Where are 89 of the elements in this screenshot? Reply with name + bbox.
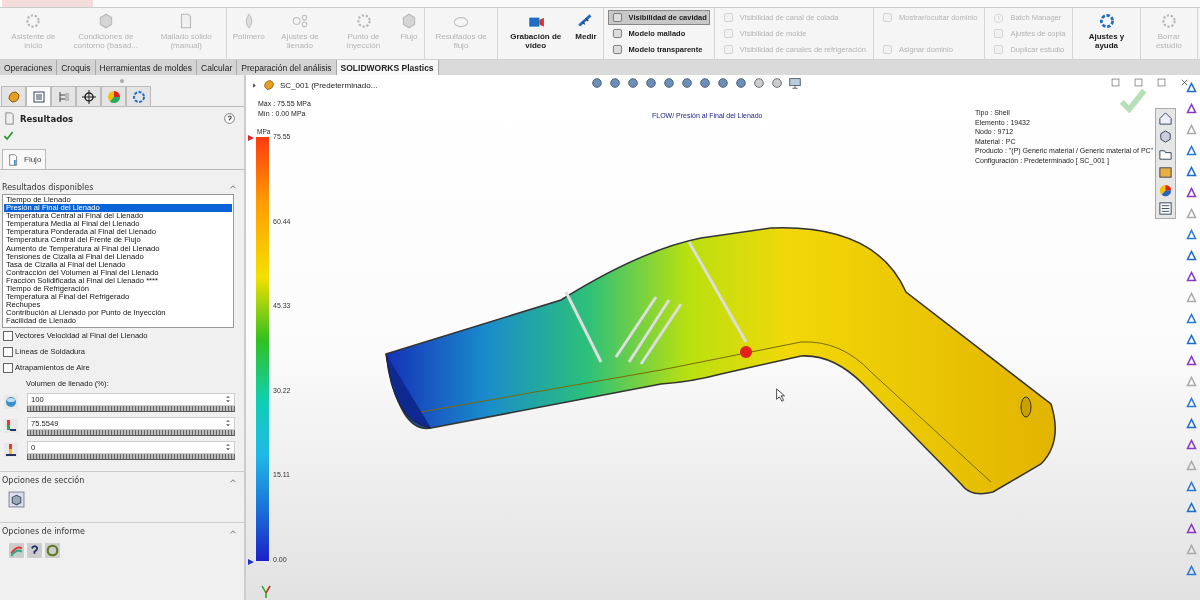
fill-volume-icon: [3, 394, 19, 410]
spinner-icon: [223, 417, 233, 429]
mouse-cursor-icon: [774, 387, 788, 403]
checkbox[interactable]: [3, 346, 13, 357]
tool-icon[interactable]: [1185, 249, 1198, 262]
tool-icon[interactable]: [1185, 312, 1198, 325]
slider-track[interactable]: [27, 429, 235, 436]
command-tab[interactable]: Operaciones: [0, 60, 58, 75]
gear-icon: [354, 12, 373, 30]
section-title: Opciones de informe: [2, 527, 85, 536]
spinner-icon: [223, 441, 233, 453]
command-tab[interactable]: Herramientas de moldes: [95, 60, 198, 75]
tool-icon[interactable]: [1185, 165, 1198, 178]
tool-icon[interactable]: [1185, 228, 1198, 241]
list-icon[interactable]: [1158, 201, 1173, 216]
gear-icon: [24, 12, 43, 30]
command-tab[interactable]: SOLIDWORKS Plastics: [336, 60, 439, 75]
tool-icon[interactable]: [1185, 354, 1198, 367]
box-icon: [721, 27, 735, 40]
spinner-icon: [223, 393, 233, 405]
monitor-icon[interactable]: [788, 76, 802, 90]
box-icon: [721, 11, 735, 24]
color-wheel-icon: [105, 88, 122, 105]
ribbon-button[interactable]: Grabación de vídeo: [501, 10, 571, 57]
panel-tab[interactable]: [76, 86, 101, 106]
box-icon: [992, 27, 1006, 40]
box-icon: [610, 43, 624, 56]
image-icon[interactable]: [1158, 165, 1173, 180]
clock-icon: [992, 11, 1006, 24]
splitter-handle[interactable]: [120, 79, 124, 83]
tool-icon[interactable]: [1185, 417, 1198, 430]
crosshair-icon: [80, 88, 97, 105]
color-wheel-icon[interactable]: [1158, 183, 1173, 198]
axis-triad-icon: [258, 583, 274, 599]
help-icon[interactable]: [223, 112, 236, 125]
tool-icon[interactable]: [1185, 522, 1198, 535]
feature-icon: [5, 88, 22, 105]
command-tab[interactable]: Calcular: [197, 60, 238, 75]
box-icon: [610, 11, 624, 24]
tool-icon[interactable]: [1185, 480, 1198, 493]
close-icon[interactable]: [1179, 77, 1190, 88]
part-icon: [262, 78, 276, 92]
tool-icon[interactable]: [1185, 102, 1198, 115]
section-title: Resultados disponibles: [2, 182, 94, 192]
expand-icon[interactable]: [251, 81, 258, 89]
section-cube-icon[interactable]: [8, 490, 25, 508]
box-icon: [721, 43, 735, 56]
ribbon-button[interactable]: Ajustes y ayuda: [1076, 10, 1137, 57]
confirm-icon[interactable]: [3, 130, 14, 141]
box-icon: [881, 11, 895, 24]
gear-icon: [130, 88, 147, 105]
ribbon-button[interactable]: Medir: [572, 10, 600, 57]
min-scale-icon: [3, 442, 19, 458]
tool-icon[interactable]: [1185, 501, 1198, 514]
report-chart-icon[interactable]: [8, 541, 25, 559]
folder-icon[interactable]: [1158, 147, 1173, 162]
tool-icon[interactable]: [1185, 144, 1198, 157]
max-scale-icon: [3, 418, 19, 434]
list-icon: [30, 88, 47, 105]
gear-icon: [1097, 12, 1116, 30]
box-icon: [992, 43, 1006, 56]
box-icon: [610, 27, 624, 40]
maximize-icon[interactable]: [1156, 77, 1167, 88]
command-tab[interactable]: Preparación del análisis: [237, 60, 337, 75]
restore-left-icon[interactable]: [1110, 77, 1121, 88]
tool-icon[interactable]: [1185, 333, 1198, 346]
nodes-icon: [290, 12, 309, 30]
checkbox[interactable]: [3, 330, 13, 341]
box-icon: [881, 43, 895, 56]
tool-icon[interactable]: [1185, 438, 1198, 451]
gear-icon: [1159, 12, 1178, 30]
command-tab[interactable]: Croquis: [57, 60, 96, 75]
tool-icon[interactable]: [1185, 564, 1198, 577]
help-icon[interactable]: [26, 541, 43, 559]
slider-track[interactable]: [27, 405, 235, 412]
section-title: Opciones de sección: [2, 476, 85, 485]
panel-title: Resultados: [20, 113, 74, 124]
home-icon[interactable]: [1158, 111, 1173, 126]
tool-icon[interactable]: [1185, 81, 1198, 94]
sphere-icon[interactable]: [752, 76, 766, 90]
tool-icon[interactable]: [1185, 186, 1198, 199]
browser-icon[interactable]: [44, 541, 61, 559]
slider-track[interactable]: [27, 453, 235, 460]
tool-icon[interactable]: [1185, 396, 1198, 409]
flow-tab[interactable]: Flujo: [2, 149, 47, 169]
tree-item[interactable]: SC_001 (Predeterminado...: [280, 80, 378, 90]
restore-right-icon[interactable]: [1133, 77, 1144, 88]
tool-icon[interactable]: [1185, 270, 1198, 283]
checkbox[interactable]: [3, 362, 13, 373]
